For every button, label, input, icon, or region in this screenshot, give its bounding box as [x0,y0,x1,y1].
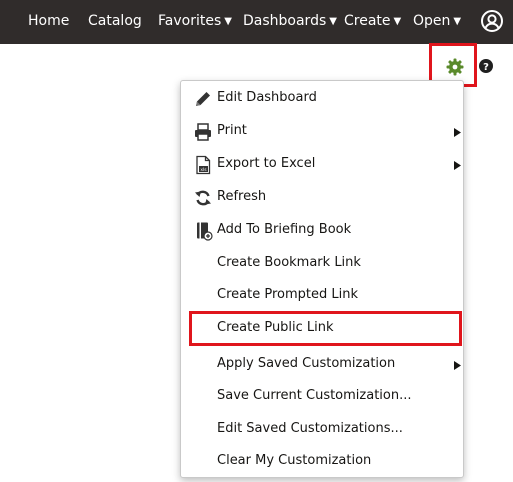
menu-item-save-current-customization[interactable]: Save Current Customization... [181,380,463,413]
nav-home-label: Home [28,13,70,29]
nav-dashboards-label: Dashboards [243,13,327,29]
menu-item-label: Edit Saved Customizations... [217,421,403,436]
briefing-book-icon [197,222,213,241]
nav-create-label: Create [344,13,391,29]
menu-item-print[interactable]: Print [181,115,463,148]
menu-item-edit-saved-customizations[interactable]: Edit Saved Customizations... [181,413,463,446]
user-icon[interactable] [480,9,504,33]
nav-dashboards[interactable]: Dashboards ▼ [243,0,337,44]
menu-item-create-bookmark-link[interactable]: Create Bookmark Link [181,247,463,280]
menu-item-edit-dashboard[interactable]: Edit Dashboard [181,82,463,115]
chevron-right-icon [454,128,461,137]
excel-file-icon: xls [196,155,211,175]
menu-item-create-prompted-link[interactable]: Create Prompted Link [181,279,463,312]
highlight-box [189,311,462,346]
menu-item-label: Clear My Customization [217,453,372,468]
chevron-right-icon [454,161,461,170]
page-options-menu: Edit Dashboard Print xls Export to Excel… [180,80,464,478]
chevron-down-icon: ▼ [393,16,402,27]
refresh-icon [195,190,211,206]
svg-text:xls: xls [200,167,207,173]
menu-item-label: Export to Excel [217,156,316,171]
nav-create[interactable]: Create ▼ [344,0,401,44]
gear-icon [446,58,464,76]
menu-item-label: Create Bookmark Link [217,255,361,270]
nav-catalog[interactable]: Catalog [88,0,142,44]
top-nav-bar: Home Catalog Favorites ▼ Dashboards ▼ Crea… [0,0,513,44]
help-icon[interactable]: ? [479,59,493,73]
chevron-down-icon: ▼ [329,16,337,27]
menu-item-label: Create Prompted Link [217,287,358,302]
nav-open[interactable]: Open ▼ [413,0,461,44]
chevron-right-icon [454,361,461,370]
chevron-down-icon: ▼ [224,16,232,27]
menu-item-label: Refresh [217,189,267,204]
menu-item-label: Apply Saved Customization [217,356,396,371]
nav-open-label: Open [413,13,451,29]
chevron-down-icon: ▼ [453,16,462,27]
nav-home[interactable]: Home [28,0,69,44]
menu-item-apply-saved-customization[interactable]: Apply Saved Customization [181,348,463,381]
nav-favorites[interactable]: Favorites ▼ [158,0,232,44]
menu-item-export-to-excel[interactable]: xls Export to Excel [181,148,463,181]
menu-item-label: Save Current Customization... [217,388,412,403]
menu-item-clear-my-customization[interactable]: Clear My Customization [181,445,463,478]
pencil-icon [196,92,210,106]
menu-item-label: Edit Dashboard [217,90,317,105]
menu-item-add-to-briefing-book[interactable]: Add To Briefing Book [181,214,463,247]
menu-item-refresh[interactable]: Refresh [181,181,463,214]
menu-item-label: Add To Briefing Book [217,222,352,237]
nav-favorites-label: Favorites [158,13,222,29]
svg-text:?: ? [483,62,489,73]
menu-item-label: Print [217,123,247,138]
printer-icon [195,123,211,141]
nav-catalog-label: Catalog [88,13,142,29]
